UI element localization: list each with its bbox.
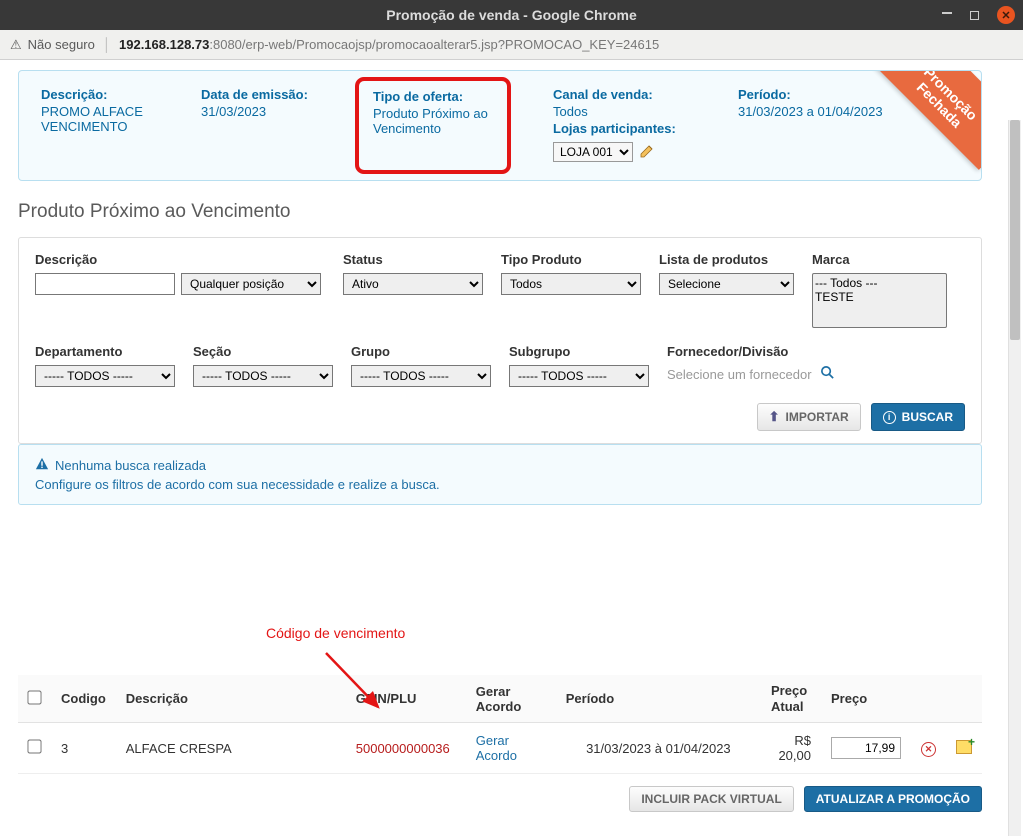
filter-dept-select[interactable]: ----- TODOS ----- [35,365,175,387]
price-input[interactable] [831,737,901,759]
th-codigo: Codigo [51,675,116,723]
filter-marca-label: Marca [812,252,947,267]
summary-periodo-label: Período: [738,87,883,102]
promo-items-table: Codigo Descrição GTIN/PLU Gerar Acordo P… [18,675,982,774]
address-bar: ⚠ Não seguro │ 192.168.128.73:8080/erp-w… [0,30,1023,60]
insecure-icon: ⚠ [10,37,22,53]
filter-tipoprod-label: Tipo Produto [501,252,641,267]
th-gerar: Gerar Acordo [466,675,556,723]
annotation-label: Código de vencimento [266,625,405,641]
cell-codigo: 3 [51,723,116,774]
cell-gtin: 5000000000036 [346,723,466,774]
window-titlebar: Promoção de venda - Google Chrome ✕ [0,0,1023,30]
edit-store-icon[interactable] [639,143,655,162]
search-button[interactable]: i BUSCAR [871,403,965,431]
annotation-arrow-icon [318,645,398,725]
delete-row-icon[interactable]: ✕ [921,742,936,757]
upload-icon: ⬆ [769,409,780,425]
summary-descricao: Descrição: PROMO ALFACE VENCIMENTO [41,87,171,162]
promo-status-ribbon: Promoção Fechada [874,70,982,170]
cell-preco-atual: R$ 20,00 [761,723,821,774]
cell-descricao: ALFACE CRESPA [116,723,346,774]
minimize-icon[interactable] [942,12,952,14]
gerar-acordo-link[interactable]: Gerar Acordo [476,733,517,763]
summary-emissao-label: Data de emissão: [201,87,331,102]
address-host: 192.168.128.73 [119,37,209,52]
summary-descricao-value: PROMO ALFACE VENCIMENTO [41,104,171,134]
filter-descricao-label: Descrição [35,252,325,267]
scrollbar-thumb[interactable] [1010,120,1020,340]
insecure-label: Não seguro [28,37,95,52]
filter-descricao-input[interactable] [35,273,175,295]
annotation-area: Código de vencimento [18,505,982,675]
info-body: Configure os filtros de acordo com sua n… [35,477,965,492]
filter-lista-select[interactable]: Selecione [659,273,794,295]
section-title: Produto Próximo ao Vencimento [18,201,982,223]
th-preco-atual: PreçoAtual [761,675,821,723]
summary-oferta-highlight: Tipo de oferta: Produto Próximo ao Venci… [355,77,511,174]
add-row-icon[interactable] [956,740,972,754]
filter-secao-label: Seção [193,344,333,359]
incluir-pack-button[interactable]: INCLUIR PACK VIRTUAL [629,786,793,812]
vertical-scrollbar[interactable] [1008,120,1021,836]
search-info-message: Nenhuma busca realizada Configure os fil… [18,444,982,505]
import-button[interactable]: ⬆ IMPORTAR [757,403,861,431]
window-title: Promoção de venda - Google Chrome [386,7,637,23]
search-supplier-icon[interactable] [820,365,835,383]
filter-status-select[interactable]: Ativo [343,273,483,295]
filter-grupo-select[interactable]: ----- TODOS ----- [351,365,491,387]
summary-oferta-label: Tipo de oferta: [373,89,493,104]
summary-periodo: Período: 31/03/2023 a 01/04/2023 [738,87,883,162]
row-checkbox[interactable] [27,740,41,754]
alert-icon [35,457,49,474]
filter-lista-label: Lista de produtos [659,252,794,267]
summary-lojas-label: Lojas participantes: [553,121,708,136]
address-path: :8080/erp-web/Promocaojsp/promocaoaltera… [209,37,659,52]
summary-periodo-value: 31/03/2023 a 01/04/2023 [738,104,883,119]
cell-periodo: 31/03/2023 à 01/04/2023 [556,723,761,774]
summary-descricao-label: Descrição: [41,87,171,102]
select-all-checkbox[interactable] [27,690,41,704]
filter-secao-select[interactable]: ----- TODOS ----- [193,365,333,387]
th-descricao: Descrição [116,675,346,723]
summary-oferta-value: Produto Próximo ao Vencimento [373,106,493,136]
filter-grupo-label: Grupo [351,344,491,359]
summary-canal-label: Canal de venda: [553,87,708,102]
store-select[interactable]: LOJA 001 [553,142,633,162]
page-body: Descrição: PROMO ALFACE VENCIMENTO Data … [0,60,1000,840]
address-separator: │ [103,37,111,52]
table-header-row: Codigo Descrição GTIN/PLU Gerar Acordo P… [18,675,982,723]
filter-posicao-select[interactable]: Qualquer posição [181,273,321,295]
info-title: Nenhuma busca realizada [55,458,206,473]
filter-subgrupo-select[interactable]: ----- TODOS ----- [509,365,649,387]
promo-summary: Descrição: PROMO ALFACE VENCIMENTO Data … [18,70,982,181]
summary-emissao: Data de emissão: 31/03/2023 [201,87,331,162]
maximize-icon[interactable] [970,11,979,20]
filter-status-label: Status [343,252,483,267]
summary-canal: Canal de venda: Todos Lojas participante… [553,87,708,162]
filter-dept-label: Departamento [35,344,175,359]
filter-marca-listbox[interactable]: --- Todos --- TESTE [812,273,947,328]
th-preco: Preço [821,675,911,723]
filter-form: Descrição Qualquer posição Status Ativo … [18,237,982,444]
close-icon[interactable]: ✕ [997,6,1015,24]
summary-canal-value: Todos [553,104,708,119]
filter-subgrupo-label: Subgrupo [509,344,649,359]
window-controls: ✕ [942,6,1015,24]
summary-emissao-value: 31/03/2023 [201,104,331,119]
filter-fornecedor-label: Fornecedor/Divisão [667,344,835,359]
bottom-actions: INCLUIR PACK VIRTUAL ATUALIZAR A PROMOÇÃ… [18,786,982,812]
table-row: 3 ALFACE CRESPA 5000000000036 Gerar Acor… [18,723,982,774]
filter-tipoprod-select[interactable]: Todos [501,273,641,295]
info-icon: i [883,411,896,424]
filter-fornecedor-placeholder: Selecione um fornecedor [667,367,812,382]
atualizar-promo-button[interactable]: ATUALIZAR A PROMOÇÃO [804,786,982,812]
th-periodo: Período [556,675,761,723]
